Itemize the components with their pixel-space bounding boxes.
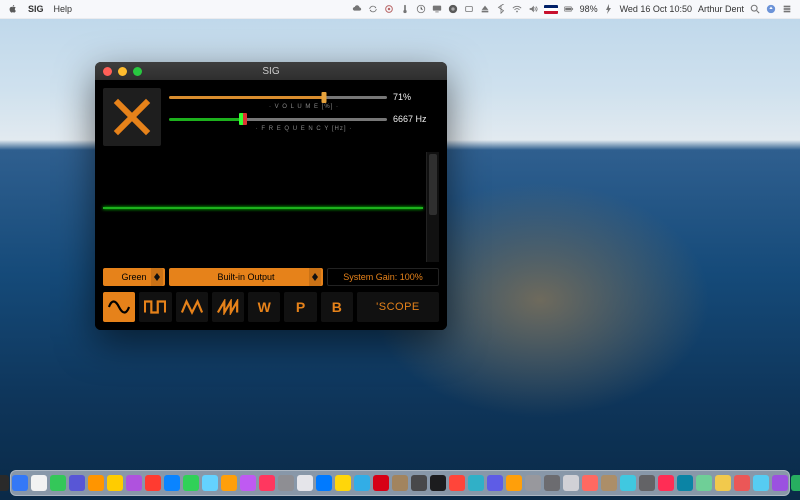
volume-label: · V O L U M E [%] · [169, 104, 439, 110]
spotlight-icon[interactable] [750, 4, 760, 14]
waveform-brown-noise-button[interactable]: B [321, 292, 353, 322]
clock-icon[interactable] [416, 4, 426, 14]
waveform-square-button[interactable] [139, 292, 171, 322]
volume-slider[interactable] [169, 93, 387, 101]
eject-icon[interactable] [480, 4, 490, 14]
menubar-clock[interactable]: Wed 16 Oct 10:50 [620, 4, 692, 14]
dock-app-messages[interactable] [50, 475, 66, 491]
frequency-value: 6667 Hz [393, 114, 439, 124]
dock-app-generic-23[interactable] [506, 475, 522, 491]
dock-app-generic-9[interactable] [240, 475, 256, 491]
dock-app-generic-18[interactable] [411, 475, 427, 491]
dock-app-generic-14[interactable] [335, 475, 351, 491]
battery-icon[interactable] [564, 4, 574, 14]
dock-app-generic-28[interactable] [601, 475, 617, 491]
display-icon[interactable] [432, 4, 442, 14]
dock-app-generic-35[interactable] [734, 475, 750, 491]
window-title: SIG [95, 66, 447, 77]
dock-app-generic-11[interactable] [278, 475, 294, 491]
dock-app-generic-29[interactable] [620, 475, 636, 491]
status-dot-icon[interactable] [384, 4, 394, 14]
dock-app-generic-30[interactable] [639, 475, 655, 491]
temperature-icon[interactable] [400, 4, 410, 14]
dock-app-generic-3[interactable] [126, 475, 142, 491]
volume-icon[interactable] [528, 4, 538, 14]
waveform-sine-button[interactable] [103, 292, 135, 322]
audio-interface-icon[interactable] [448, 4, 458, 14]
toggle-icon[interactable] [464, 4, 474, 14]
dock-app-xcode[interactable] [69, 475, 85, 491]
dock-app-generic-16[interactable] [373, 475, 389, 491]
dock-app-generic-36[interactable] [753, 475, 769, 491]
apple-menu-icon[interactable] [8, 4, 18, 14]
frequency-label: · F R E Q U E N C Y [Hz] · [169, 126, 439, 132]
chevron-updown-icon [151, 268, 163, 286]
waveform-pink-noise-button[interactable]: P [284, 292, 316, 322]
menubar-status-area: 98% Wed 16 Oct 10:50 Arthur Dent [352, 4, 800, 14]
oscilloscope-view [103, 152, 439, 262]
notification-center-icon[interactable] [782, 4, 792, 14]
dock-app-mail[interactable] [12, 475, 28, 491]
control-badge-icon[interactable] [766, 4, 776, 14]
waveform-sawtooth-button[interactable] [212, 292, 244, 322]
app-window: SIG 71% · V O L U M E [%] · [95, 62, 447, 330]
chevron-updown-icon [309, 268, 321, 286]
battery-percent: 98% [580, 4, 598, 14]
cloud-icon[interactable] [352, 4, 362, 14]
oscilloscope-scrollbar[interactable] [426, 152, 439, 262]
system-gain-readout[interactable]: System Gain: 100% [327, 268, 439, 286]
dock-app-generic-21[interactable] [468, 475, 484, 491]
menubar-user[interactable]: Arthur Dent [698, 4, 744, 14]
dock-app-generic-26[interactable] [563, 475, 579, 491]
sync-icon[interactable] [368, 4, 378, 14]
dock-app-generic-10[interactable] [259, 475, 275, 491]
menubar-app-name[interactable]: SIG [28, 4, 44, 14]
dock-app-generic-27[interactable] [582, 475, 598, 491]
dock-app-generic-17[interactable] [392, 475, 408, 491]
dock-app-generic-31[interactable] [658, 475, 674, 491]
dock-app-generic-32[interactable] [677, 475, 693, 491]
desktop: SIG Help 98% Wed 16 Oct 10:50 Arthur Den… [0, 0, 800, 500]
dock-app-generic-15[interactable] [354, 475, 370, 491]
mute-x-icon[interactable] [103, 88, 161, 146]
waveform-triangle-button[interactable] [176, 292, 208, 322]
trace-color-value: Green [121, 272, 146, 282]
dock-app-generic-1[interactable] [88, 475, 104, 491]
dock-app-terminal[interactable] [0, 475, 9, 491]
volume-value: 71% [393, 92, 439, 102]
dock-app-generic-38[interactable] [791, 475, 800, 491]
dock-app-generic-5[interactable] [164, 475, 180, 491]
oscilloscope-trace [103, 207, 423, 209]
dock-app-generic-19[interactable] [430, 475, 446, 491]
trace-color-dropdown[interactable]: Green [103, 268, 165, 286]
frequency-slider[interactable] [169, 115, 387, 123]
dock-app-generic-8[interactable] [221, 475, 237, 491]
dock-app-generic-25[interactable] [544, 475, 560, 491]
dock-app-notes[interactable] [31, 475, 47, 491]
menubar-menu-help[interactable]: Help [54, 4, 73, 14]
scope-button[interactable]: 'SCOPE [357, 292, 439, 322]
dock [10, 470, 790, 496]
dock-app-generic-33[interactable] [696, 475, 712, 491]
dock-app-generic-37[interactable] [772, 475, 788, 491]
dock-app-generic-34[interactable] [715, 475, 731, 491]
waveform-white-noise-button[interactable]: W [248, 292, 280, 322]
dock-app-generic-13[interactable] [316, 475, 332, 491]
dock-app-generic-2[interactable] [107, 475, 123, 491]
titlebar[interactable]: SIG [95, 62, 447, 80]
dock-app-generic-24[interactable] [525, 475, 541, 491]
dock-app-generic-7[interactable] [202, 475, 218, 491]
output-device-dropdown[interactable]: Built-in Output [169, 268, 323, 286]
dock-app-generic-20[interactable] [449, 475, 465, 491]
dock-app-generic-6[interactable] [183, 475, 199, 491]
charging-icon [604, 4, 614, 14]
dock-app-generic-22[interactable] [487, 475, 503, 491]
menubar: SIG Help 98% Wed 16 Oct 10:50 Arthur Den… [0, 0, 800, 19]
output-device-value: Built-in Output [217, 272, 274, 282]
input-locale-flag[interactable] [544, 5, 558, 14]
dock-app-generic-4[interactable] [145, 475, 161, 491]
wifi-icon[interactable] [512, 4, 522, 14]
dock-app-generic-12[interactable] [297, 475, 313, 491]
bluetooth-icon[interactable] [496, 4, 506, 14]
